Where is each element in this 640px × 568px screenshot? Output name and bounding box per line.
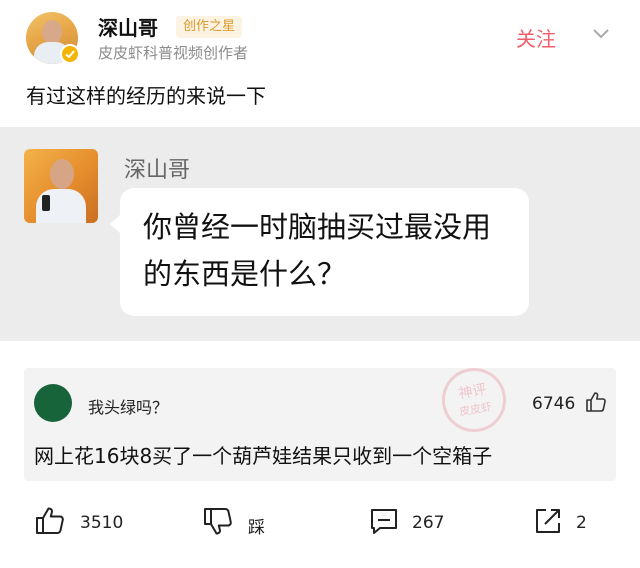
share-count[interactable]: 2 bbox=[576, 513, 587, 533]
commenter-avatar[interactable] bbox=[34, 384, 72, 422]
comment-text: 网上花16块8买了一个葫芦娃结果只收到一个空箱子 bbox=[34, 444, 493, 468]
verified-check-icon bbox=[60, 44, 80, 64]
chevron-down-icon[interactable] bbox=[592, 28, 610, 40]
like-icon[interactable] bbox=[34, 505, 66, 537]
commenter-name[interactable]: 我头绿吗？ bbox=[88, 394, 168, 418]
card-author-name: 深山哥 bbox=[124, 158, 191, 183]
thumbs-up-icon[interactable] bbox=[584, 390, 608, 414]
dislike-label[interactable]: 踩 bbox=[248, 513, 265, 538]
dislike-icon[interactable] bbox=[202, 505, 234, 537]
follow-button[interactable]: 关注 bbox=[516, 23, 556, 52]
author-subtitle: 皮皮虾科普视频创作者 bbox=[98, 44, 249, 62]
comment-icon[interactable] bbox=[368, 505, 400, 537]
card-avatar-phone bbox=[42, 195, 50, 211]
speech-bubble-text: 你曾经一时脑抽买过最没用 的东西是什么？ bbox=[143, 204, 523, 298]
comment-like-count: 6746 bbox=[532, 394, 576, 414]
card-avatar-image bbox=[24, 149, 98, 223]
post-text: 有过这样的经历的来说一下 bbox=[26, 84, 266, 108]
comment-count[interactable]: 267 bbox=[412, 513, 444, 533]
bubble-line-1: 你曾经一时脑抽买过最没用 bbox=[143, 210, 492, 244]
share-icon[interactable] bbox=[532, 505, 564, 537]
bubble-line-2: 的东西是什么？ bbox=[143, 257, 347, 291]
author-name[interactable]: 深山哥 bbox=[98, 12, 158, 41]
card-avatar-face bbox=[50, 159, 74, 189]
creator-badge: 创作之星 bbox=[176, 16, 243, 38]
like-count[interactable]: 3510 bbox=[80, 513, 123, 533]
avatar-face bbox=[42, 20, 62, 44]
